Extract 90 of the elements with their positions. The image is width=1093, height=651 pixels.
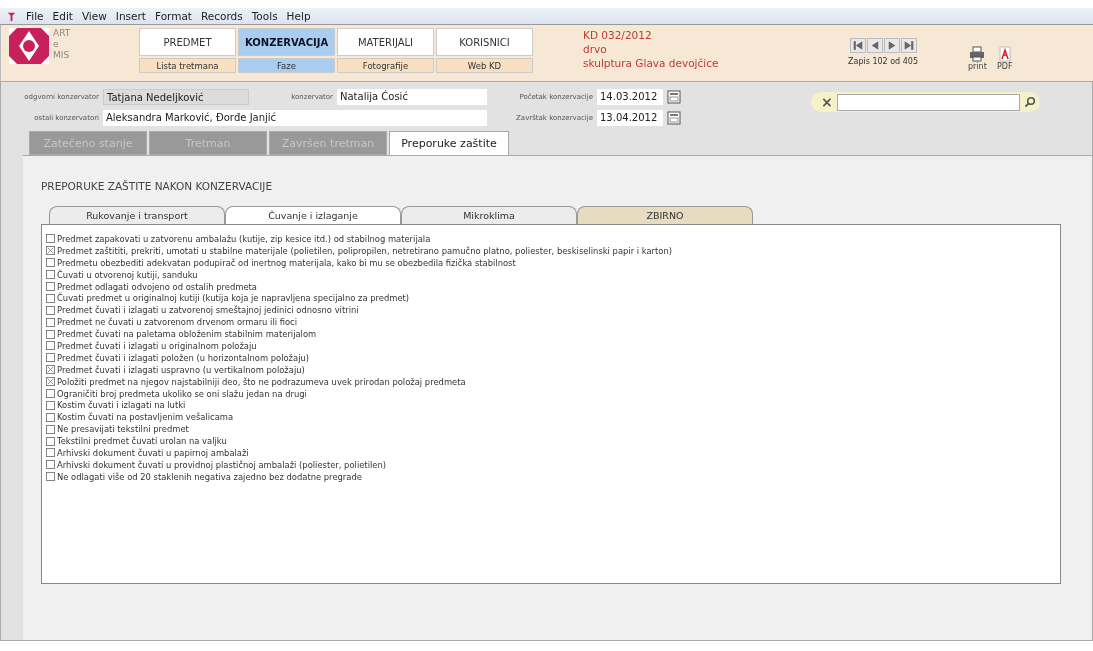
date-field[interactable]: 14.03.2012 — [597, 88, 663, 105]
clear-button[interactable]: × — [821, 94, 833, 110]
checkbox-label: Ne presavijati tekstilni predmet — [57, 424, 189, 435]
checkbox-label: Predmet čuvati na paletama obloženim stabilnim materijalom — [57, 329, 317, 340]
checkbox[interactable] — [46, 317, 55, 327]
record-info: skulptura Glava devojčice — [583, 56, 720, 70]
date-field[interactable]: 13.04.2012 — [597, 109, 663, 126]
checkbox-label: Arhivski dokument čuvati u papirnoj ambalaži — [57, 447, 249, 458]
first-record-icon[interactable] — [849, 38, 866, 53]
subnav-tab[interactable]: Fotografije — [337, 58, 434, 73]
checkbox-label: Ograničiti broj predmeta ukoliko se oni slažu jedan na drugi — [57, 388, 307, 399]
checkbox-label: Predmet čuvati i izlagati u zatvorenoj smeštajnoj jedinici odnosno vitrini — [57, 305, 359, 316]
checkbox-label: Predmet odlagati odvojeno od ostalih predmeta — [57, 281, 257, 292]
search-icon[interactable] — [1024, 96, 1036, 108]
checkbox[interactable] — [46, 472, 55, 482]
checkbox[interactable] — [46, 436, 55, 446]
checkbox-label: Ne odlagati više od 20 staklenih negativa zajedno bez dodatne pregrade — [57, 471, 362, 482]
section-title: PREPORUKE ZAŠTITE NAKON KONZERVACIJE — [41, 180, 274, 194]
record-counter: Zapis 102 od 405 — [848, 57, 918, 66]
tab[interactable]: Preporuke zaštite — [389, 131, 509, 155]
checkbox[interactable] — [46, 329, 55, 339]
input-field[interactable]: Aleksandra Marković, Đorđe Janjić — [103, 109, 487, 126]
checkbox-label: Arhivski dokument čuvati u providnoj plastičnoj ambalaži (poliester, polietilen) — [57, 459, 387, 470]
checkbox[interactable] — [46, 412, 55, 422]
calendar-icon[interactable] — [667, 110, 681, 125]
checkbox-label: Predmet čuvati i izlagati položen (u horizontalnom položaju) — [57, 352, 310, 363]
checkbox-label: Položiti predmet na njegov najstabilniji deo, što ne podrazumeva uvek prirodan položaj predmeta — [57, 376, 466, 387]
checkbox[interactable] — [46, 365, 55, 375]
checkbox-label: Čuvati predmet u originalnoj kutiji (kutija koja je napravljena specijalno za predmet) — [57, 293, 410, 304]
checkbox-label: Predmetu obezbediti adekvatan podupirač od inertnog materijala, kako bi mu se obezbedila fizička stabilnost — [57, 257, 516, 268]
record-info: KD 032/2012 — [583, 28, 653, 42]
logo-text: MIS — [53, 50, 71, 61]
nav-tab[interactable]: KONZERVACIJA — [238, 28, 335, 56]
menu-item[interactable]: View — [81, 10, 107, 22]
search-field[interactable]: × — [811, 92, 1040, 112]
logo-icon — [9, 28, 49, 64]
menu-item[interactable]: Edit — [52, 10, 73, 22]
checkbox[interactable] — [46, 448, 55, 458]
menu-item[interactable]: File — [26, 10, 44, 22]
checkbox[interactable] — [46, 389, 55, 398]
checkbox[interactable] — [46, 258, 55, 268]
subnav-tab[interactable]: Faze — [238, 58, 335, 73]
checkbox-label: Kostim čuvati i izlagati na lutki — [57, 400, 186, 411]
logo-text: e — [53, 39, 60, 50]
previous-record-icon[interactable] — [866, 38, 883, 53]
checkbox-label: Predmet zapakovati u zatvorenu ambalažu (kutije, zip kesice itd.) od stabilnog materijala — [57, 233, 431, 244]
nav-tab[interactable]: PREDMET — [139, 28, 236, 56]
next-record-icon[interactable] — [883, 38, 900, 53]
logo-text: ART — [53, 28, 71, 39]
subtab[interactable]: ZBIRNO — [577, 206, 753, 224]
checkbox[interactable] — [46, 460, 55, 470]
subtab[interactable]: Rukovanje i transport — [49, 206, 225, 224]
calendar-icon[interactable] — [667, 89, 681, 104]
checkbox[interactable] — [46, 341, 55, 351]
checkbox[interactable] — [46, 270, 55, 280]
pdf-icon — [996, 46, 1013, 62]
checkbox[interactable] — [46, 234, 55, 244]
checkbox[interactable] — [46, 293, 55, 303]
checkbox[interactable] — [46, 377, 55, 387]
checkbox[interactable] — [46, 424, 55, 434]
menu-item[interactable]: Help — [286, 10, 311, 22]
app-icon — [6, 10, 17, 22]
menu-item[interactable]: Insert — [115, 10, 146, 22]
checkbox[interactable] — [46, 305, 55, 315]
checkbox[interactable] — [46, 246, 55, 256]
checkbox-label: Predmet čuvati i izlagati u originalnom položaju — [57, 340, 257, 351]
menu-item[interactable]: Format — [154, 10, 192, 22]
subnav-tab[interactable]: Lista tretmana — [139, 58, 236, 73]
checkbox-label: Tekstilni predmet čuvati urolan na valjku — [57, 436, 227, 447]
subtab[interactable]: Čuvanje i izlaganje — [225, 206, 401, 224]
checkbox-label: Predmet ne čuvati u zatvorenom drvenom ormaru ili fioci — [57, 317, 298, 328]
checkbox[interactable] — [46, 400, 55, 410]
record-info: drvo — [583, 42, 608, 56]
menu-item[interactable]: Tools — [251, 10, 278, 22]
action-button[interactable]: print — [968, 46, 987, 71]
printer-icon — [969, 46, 986, 62]
nav-tab[interactable]: MATERIJALI — [337, 28, 434, 56]
nav-tab[interactable]: KORISNICI — [436, 28, 533, 56]
menu-item[interactable]: Records — [201, 10, 243, 22]
subnav-tab[interactable]: Web KD — [436, 58, 533, 73]
subtab[interactable]: Mikroklima — [401, 206, 577, 224]
checkbox-label: Čuvati u otvorenoj kutiji, sanduku — [57, 269, 198, 280]
input-field[interactable]: Natalija Ćosić — [337, 88, 487, 105]
checkbox-label: Predmet zaštititi, prekriti, umotati u stabilne materijale (polietilen, polipropilen, netretirano pamučno platno, poliester, beskiselinski papir i karton) — [57, 245, 673, 256]
action-button[interactable]: PDF — [996, 46, 1013, 71]
checkbox-label: Kostim čuvati na postavljenim vešalicama — [57, 412, 234, 423]
checkbox[interactable] — [46, 353, 55, 363]
checkbox-label: Predmet čuvati i izlagati uspravno (u vertikalnom položaju) — [57, 364, 305, 375]
checkbox[interactable] — [46, 282, 55, 291]
last-record-icon[interactable] — [900, 38, 917, 53]
